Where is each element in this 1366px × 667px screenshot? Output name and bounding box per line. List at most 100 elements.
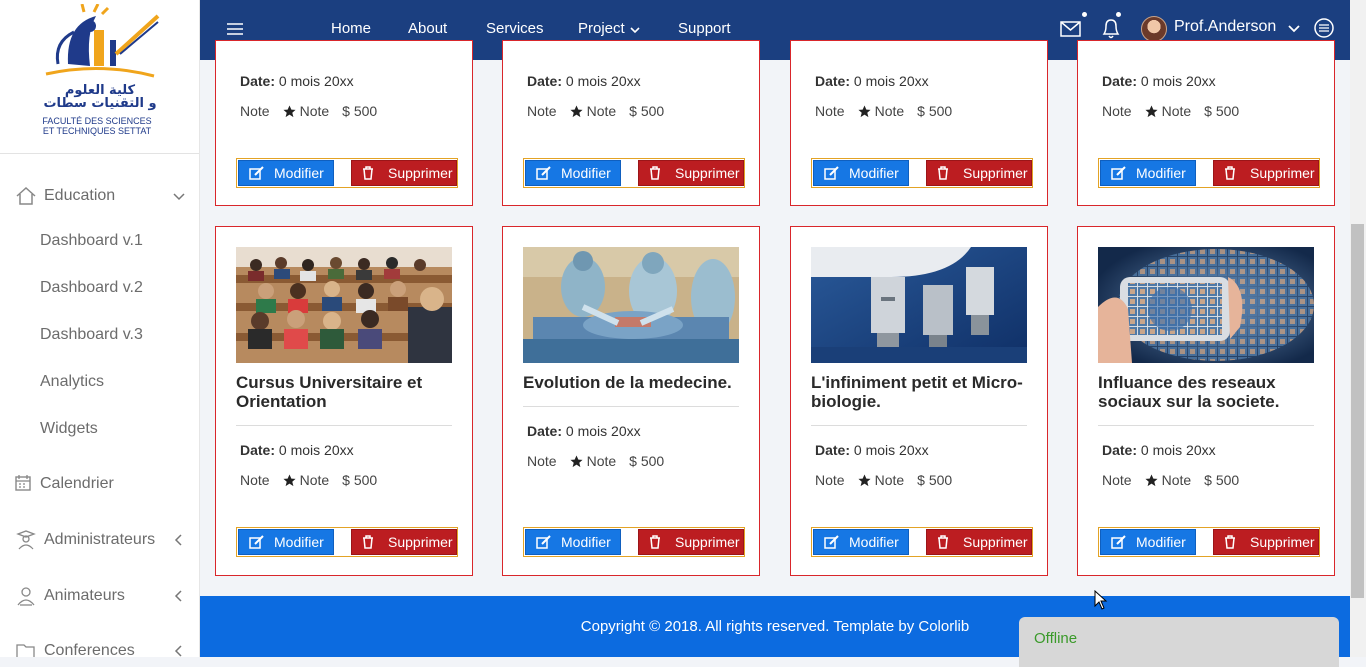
modify-label: Modifier bbox=[274, 165, 324, 181]
card-meta: Note Note $ 500 bbox=[240, 103, 377, 119]
date-label: Date: bbox=[1102, 442, 1138, 458]
user-icon bbox=[17, 587, 35, 606]
note-label: Note bbox=[1102, 103, 1132, 119]
sidebar-item-administrateurs[interactable]: Administrateurs bbox=[0, 525, 199, 555]
delete-button[interactable]: Supprimer bbox=[926, 529, 1032, 555]
scrollbar-thumb[interactable] bbox=[1351, 224, 1364, 598]
faculty-logo[interactable]: كلية العلوم و التقنيات سطات FACULTÉ DES … bbox=[0, 0, 199, 154]
nav-project[interactable]: Project bbox=[578, 20, 625, 37]
note-label: Note bbox=[815, 472, 845, 488]
dollar-icon: $ bbox=[917, 472, 929, 488]
modify-button[interactable]: Modifier bbox=[525, 529, 621, 555]
sidebar-item-analytics[interactable]: Analytics bbox=[40, 373, 104, 391]
star-note: Note bbox=[586, 103, 617, 119]
course-card: Date: 0 mois 20xx Note Note $ 500 Modifi… bbox=[1077, 40, 1335, 206]
dollar-icon: $ bbox=[1204, 103, 1216, 119]
delete-label: Supprimer bbox=[963, 534, 1028, 550]
chevron-down-icon bbox=[173, 193, 185, 201]
dollar-icon: $ bbox=[629, 453, 641, 469]
sidebar-item-widgets[interactable]: Widgets bbox=[40, 420, 98, 438]
course-card: Date: 0 mois 20xx Note Note $ 500 Modifi… bbox=[502, 40, 760, 206]
star-note: Note bbox=[874, 472, 905, 488]
card-actions: Modifier Supprimer bbox=[236, 158, 458, 188]
note-label: Note bbox=[1102, 472, 1132, 488]
chevron-down-icon[interactable] bbox=[629, 24, 641, 36]
delete-label: Supprimer bbox=[675, 534, 740, 550]
price: 500 bbox=[353, 472, 378, 488]
mail-notification-dot bbox=[1082, 12, 1087, 17]
modify-label: Modifier bbox=[1136, 165, 1186, 181]
delete-button[interactable]: Supprimer bbox=[351, 160, 457, 186]
price: 500 bbox=[928, 103, 953, 119]
card-date: Date: 0 mois 20xx bbox=[815, 73, 929, 89]
card-title[interactable]: Evolution de la medecine. bbox=[523, 373, 739, 392]
sidebar-item-animateurs[interactable]: Animateurs bbox=[0, 581, 199, 611]
card-title[interactable]: Influance des reseaux sociaux sur la soc… bbox=[1098, 373, 1314, 411]
divider bbox=[1098, 425, 1314, 426]
trash-icon bbox=[650, 166, 660, 180]
edit-icon bbox=[1111, 535, 1126, 549]
card-image-classroom[interactable] bbox=[236, 247, 452, 363]
delete-button[interactable]: Supprimer bbox=[1213, 529, 1319, 555]
card-image-social-network[interactable] bbox=[1098, 247, 1314, 363]
delete-button[interactable]: Supprimer bbox=[638, 160, 744, 186]
card-actions: Modifier Supprimer bbox=[236, 527, 458, 557]
modify-button[interactable]: Modifier bbox=[1100, 160, 1196, 186]
bell-icon[interactable] bbox=[1100, 16, 1122, 40]
avatar[interactable] bbox=[1141, 16, 1167, 42]
delete-label: Supprimer bbox=[1250, 534, 1315, 550]
calendar-icon bbox=[15, 475, 31, 491]
dollar-icon: $ bbox=[917, 103, 929, 119]
nav-support[interactable]: Support bbox=[678, 20, 731, 37]
modify-button[interactable]: Modifier bbox=[525, 160, 621, 186]
modify-label: Modifier bbox=[849, 165, 899, 181]
sidebar-item-education[interactable]: Education bbox=[0, 181, 199, 211]
trash-icon bbox=[938, 166, 948, 180]
classroom-image bbox=[236, 247, 452, 363]
card-image-surgery[interactable] bbox=[523, 247, 739, 363]
date-label: Date: bbox=[240, 73, 276, 89]
sidebar-item-calendrier-label: Calendrier bbox=[40, 475, 114, 492]
divider bbox=[811, 425, 1027, 426]
modify-button[interactable]: Modifier bbox=[238, 529, 334, 555]
delete-button[interactable]: Supprimer bbox=[926, 160, 1032, 186]
date-value: 0 mois 20xx bbox=[853, 442, 929, 458]
modify-button[interactable]: Modifier bbox=[1100, 529, 1196, 555]
microscope-image bbox=[811, 247, 1027, 363]
chat-status-widget[interactable]: Offline bbox=[1019, 617, 1339, 667]
delete-button[interactable]: Supprimer bbox=[1213, 160, 1319, 186]
modify-label: Modifier bbox=[561, 165, 611, 181]
surgery-image bbox=[523, 247, 739, 363]
mail-icon[interactable] bbox=[1059, 17, 1083, 39]
card-title[interactable]: L'infiniment petit et Micro-biologie. bbox=[811, 373, 1027, 411]
date-label: Date: bbox=[527, 73, 563, 89]
sidebar-item-dashboard-v3[interactable]: Dashboard v.3 bbox=[40, 326, 143, 344]
date-value: 0 mois 20xx bbox=[565, 73, 641, 89]
sidebar-item-conferences[interactable]: Conferences bbox=[0, 636, 199, 657]
modify-button[interactable]: Modifier bbox=[813, 529, 909, 555]
sidebar-item-dashboard-v2[interactable]: Dashboard v.2 bbox=[40, 279, 143, 297]
hamburger-menu-icon[interactable] bbox=[226, 20, 244, 38]
card-title[interactable]: Cursus Universitaire et Orientation bbox=[236, 373, 452, 411]
delete-button[interactable]: Supprimer bbox=[351, 529, 457, 555]
delete-label: Supprimer bbox=[963, 165, 1028, 181]
card-image-microscope[interactable] bbox=[811, 247, 1027, 363]
nav-home[interactable]: Home bbox=[331, 20, 371, 37]
nav-services[interactable]: Services bbox=[486, 20, 544, 37]
nav-about[interactable]: About bbox=[408, 20, 447, 37]
list-menu-icon[interactable] bbox=[1313, 17, 1335, 39]
price: 500 bbox=[1215, 103, 1240, 119]
delete-button[interactable]: Supprimer bbox=[638, 529, 744, 555]
trash-icon bbox=[1225, 166, 1235, 180]
sidebar-item-dashboard-v1[interactable]: Dashboard v.1 bbox=[40, 232, 143, 250]
modify-button[interactable]: Modifier bbox=[813, 160, 909, 186]
chevron-down-icon[interactable] bbox=[1287, 22, 1301, 36]
user-name[interactable]: Prof.Anderson bbox=[1174, 18, 1276, 36]
sidebar-item-calendrier[interactable]: Calendrier bbox=[0, 469, 199, 499]
card-actions: Modifier Supprimer bbox=[1098, 527, 1320, 557]
modify-button[interactable]: Modifier bbox=[238, 160, 334, 186]
trash-icon bbox=[938, 535, 948, 549]
date-value: 0 mois 20xx bbox=[853, 73, 929, 89]
star-icon bbox=[858, 104, 871, 117]
modify-label: Modifier bbox=[274, 534, 324, 550]
